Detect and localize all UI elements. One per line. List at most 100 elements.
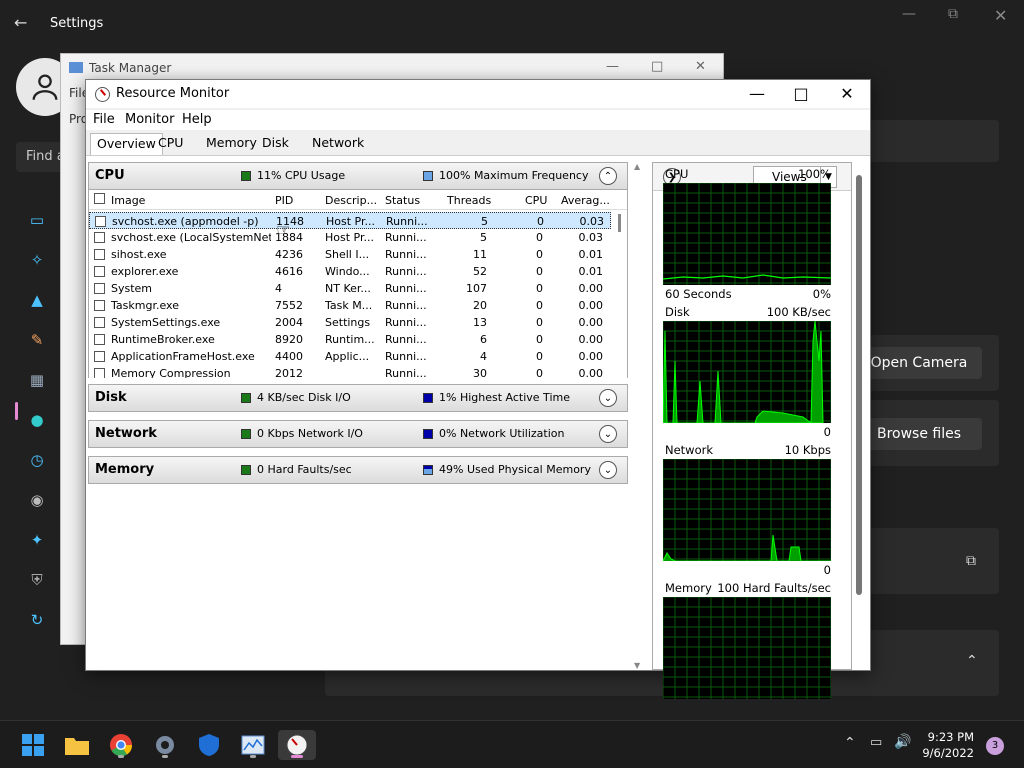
bluetooth-icon[interactable]: ✧: [22, 240, 52, 280]
select-all-checkbox[interactable]: [94, 193, 105, 204]
open-camera-button[interactable]: Open Camera: [856, 347, 982, 379]
close-icon[interactable]: ✕: [994, 6, 1007, 25]
col-status[interactable]: Status: [385, 194, 420, 207]
row-checkbox[interactable]: [94, 351, 105, 362]
graph-panel-scrollbar[interactable]: [856, 175, 862, 595]
col-average[interactable]: Averag...: [561, 194, 610, 207]
cell-image: SystemSettings.exe: [111, 316, 221, 329]
table-row[interactable]: Memory Compression 2012 Runni... 30 0 0.00: [89, 365, 611, 378]
cell-desc: Windo...: [325, 265, 370, 278]
tm-maximize-icon[interactable]: □: [651, 59, 663, 74]
restore-icon[interactable]: ⧉: [948, 6, 958, 22]
scroll-up-icon[interactable]: ▲: [634, 162, 640, 171]
col-cpu[interactable]: CPU: [525, 194, 547, 207]
close-button[interactable]: ✕: [832, 84, 862, 103]
tm-close-icon[interactable]: ✕: [695, 59, 706, 74]
security-shield-icon[interactable]: [194, 730, 224, 760]
expand-chevron-icon[interactable]: ⌄: [599, 425, 617, 443]
task-manager-taskbar-icon[interactable]: [238, 730, 268, 760]
table-row[interactable]: svchost.exe (appmodel -p) 1148 Host Pr... R…: [89, 212, 611, 229]
resource-monitor-taskbar-icon[interactable]: [278, 730, 316, 760]
row-checkbox[interactable]: [94, 300, 105, 311]
table-row[interactable]: explorer.exe 4616 Windo... Runni... 52 0 0.01: [89, 263, 611, 280]
time-language-icon[interactable]: ◷: [22, 440, 52, 480]
table-scrollbar-thumb[interactable]: [618, 214, 621, 232]
table-row[interactable]: ApplicationFrameHost.exe 4400 Applic... Run…: [89, 348, 611, 365]
expand-chevron-icon[interactable]: ⌄: [599, 461, 617, 479]
menu-monitor[interactable]: Monitor: [125, 112, 174, 127]
windows-update-icon[interactable]: ↻: [22, 600, 52, 640]
network-status-icon[interactable]: ▭: [870, 735, 882, 750]
col-threads[interactable]: Threads: [447, 194, 491, 207]
system-clock[interactable]: 9:23 PM 9/6/2022: [922, 729, 974, 761]
settings-gear-icon[interactable]: [150, 730, 180, 760]
external-link-icon[interactable]: ⧉: [966, 553, 976, 569]
graph-title: Network: [665, 443, 714, 457]
cell-status: Runni...: [385, 265, 427, 278]
volume-icon[interactable]: 🔊: [894, 734, 911, 750]
menu-file[interactable]: File: [93, 112, 115, 127]
privacy-icon[interactable]: ⛨: [22, 560, 52, 600]
table-row[interactable]: svchost.exe (LocalSystemNet... 1884 Host P…: [89, 229, 611, 246]
col-description[interactable]: Descrip...: [325, 194, 377, 207]
table-row[interactable]: Taskmgr.exe 7552 Task M... Runni... 20 0 0.00: [89, 297, 611, 314]
menu-bar: File Monitor Help: [86, 110, 870, 130]
row-checkbox[interactable]: [94, 249, 105, 260]
disk-section-header[interactable]: Disk 4 KB/sec Disk I/O 1% Highest Active…: [88, 384, 628, 412]
chrome-icon[interactable]: [106, 730, 136, 760]
apps-icon[interactable]: ▦: [22, 360, 52, 400]
row-checkbox[interactable]: [94, 232, 105, 243]
tab-network[interactable]: Network: [306, 133, 370, 155]
cell-desc: Task M...: [325, 299, 373, 312]
accessibility-icon[interactable]: ✦: [22, 520, 52, 560]
expand-chevron-icon[interactable]: ⌄: [599, 389, 617, 407]
tab-memory[interactable]: Memory: [200, 133, 263, 155]
wifi-icon[interactable]: ▲: [22, 280, 52, 320]
collapse-chevron-icon[interactable]: ⌃: [599, 167, 617, 185]
cpu-section-header[interactable]: CPU 11% CPU Usage 100% Maximum Frequency…: [88, 162, 628, 190]
maximize-button[interactable]: □: [786, 84, 816, 103]
notification-badge[interactable]: 3: [986, 737, 1004, 755]
graph-bottom-left-label: 60 Seconds: [665, 287, 732, 301]
col-pid[interactable]: PID: [275, 194, 293, 207]
menu-help[interactable]: Help: [182, 112, 212, 127]
back-arrow-icon[interactable]: ←: [14, 13, 27, 32]
minimize-button[interactable]: —: [742, 84, 772, 103]
user-icon: [32, 74, 58, 100]
col-image[interactable]: Image: [111, 194, 145, 207]
file-explorer-icon[interactable]: [62, 730, 92, 760]
system-icon[interactable]: ▭: [22, 200, 52, 240]
table-row[interactable]: RuntimeBroker.exe 8920 Runtim... Runni... 6 0…: [89, 331, 611, 348]
table-row[interactable]: System 4 NT Ker... Runni... 107 0 0.00: [89, 280, 611, 297]
table-row[interactable]: sihost.exe 4236 Shell I... Runni... 11 0 0.01: [89, 246, 611, 263]
tab-cpu[interactable]: CPU: [152, 133, 189, 155]
tm-minimize-icon[interactable]: —: [606, 59, 619, 74]
row-checkbox[interactable]: [94, 368, 105, 378]
accounts-icon[interactable]: ●: [22, 400, 52, 440]
chevron-up-icon[interactable]: ⌃: [844, 735, 856, 751]
resource-monitor-window[interactable]: Resource Monitor — □ ✕ File Monitor Help…: [85, 79, 871, 699]
cell-cpu: 0: [536, 367, 543, 378]
minimize-icon[interactable]: —: [902, 6, 916, 22]
overview-scrollbar[interactable]: ▲ ▼: [632, 162, 644, 670]
cell-pid: 2012: [275, 367, 303, 378]
network-section-header[interactable]: Network 0 Kbps Network I/O 0% Network Ut…: [88, 420, 628, 448]
personalization-icon[interactable]: ✎: [22, 320, 52, 360]
start-icon[interactable]: [18, 730, 48, 760]
cell-image: Memory Compression: [111, 367, 231, 378]
scroll-down-icon[interactable]: ▼: [634, 661, 640, 670]
chevron-up-icon[interactable]: ⌃: [966, 653, 978, 669]
gaming-icon[interactable]: ◉: [22, 480, 52, 520]
tab-disk[interactable]: Disk: [256, 133, 295, 155]
cell-pid: 4400: [275, 350, 303, 363]
row-checkbox[interactable]: [94, 317, 105, 328]
row-checkbox[interactable]: [94, 266, 105, 277]
row-checkbox[interactable]: [94, 283, 105, 294]
table-row[interactable]: SystemSettings.exe 2004 Settings Runni... 13…: [89, 314, 611, 331]
cell-pid: 4: [275, 282, 282, 295]
browse-files-button[interactable]: Browse files: [856, 418, 982, 450]
row-checkbox[interactable]: [95, 216, 106, 227]
row-checkbox[interactable]: [94, 334, 105, 345]
memory-used-legend: [423, 465, 433, 475]
memory-section-header[interactable]: Memory 0 Hard Faults/sec 49% Used Physic…: [88, 456, 628, 484]
